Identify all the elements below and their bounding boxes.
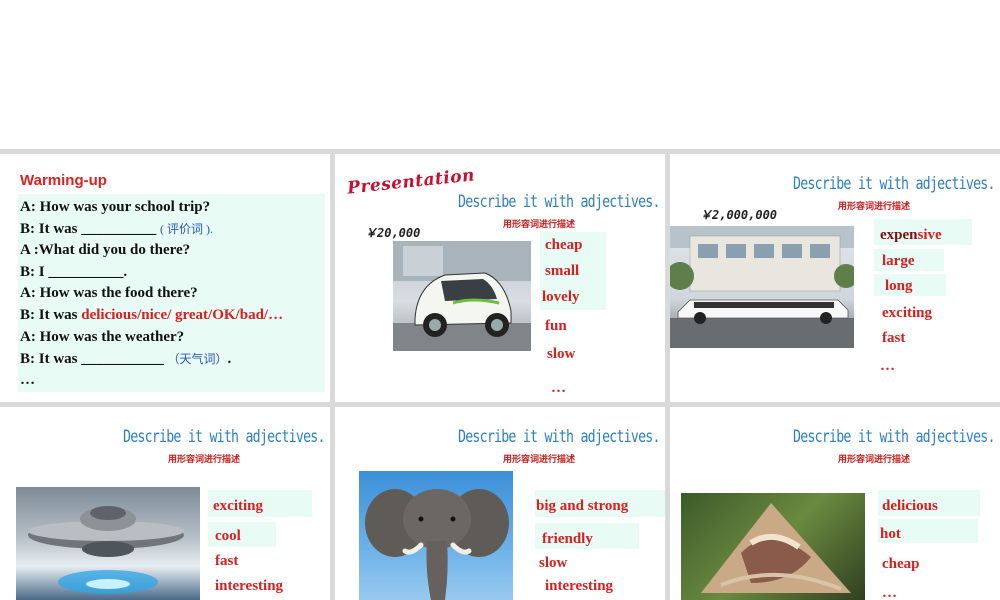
dialog-line: B: It was delicious/nice/ great/OK/bad/… <box>20 307 284 323</box>
ellipsis: … <box>551 380 566 396</box>
adjective-word: exciting <box>882 305 932 321</box>
dialog-line: B: It was ___________ （天气词）. <box>20 351 232 367</box>
slide-heading: Describe it with adjectives. <box>458 192 660 212</box>
adjective-word: slow <box>539 555 568 571</box>
adjective-word: hot <box>880 526 901 542</box>
slide-ufo[interactable]: Describe it with adjectives. 用形容词进行描述 ex… <box>0 407 330 600</box>
slide-limousine[interactable]: Describe it with adjectives. 用形容词进行描述 ￥2… <box>670 154 1000 402</box>
adjective-word: cool <box>215 528 241 544</box>
presentation-label: Presentation <box>346 165 476 199</box>
dialog-line: A: How was the food there? <box>20 285 198 301</box>
price-label: ￥20,000 <box>365 226 421 240</box>
adjective-word: fun <box>545 318 567 334</box>
limousine-image <box>670 226 854 348</box>
smart-car-image <box>393 241 531 351</box>
adjective-word: delicious <box>882 498 938 514</box>
slide-elephant[interactable]: Describe it with adjectives. 用形容词进行描述 bi… <box>335 407 665 600</box>
adjective-word: fast <box>215 553 239 569</box>
slide-heading: Describe it with adjectives. <box>123 427 325 447</box>
slide-title: Warming-up <box>20 172 107 189</box>
adjective-word: lovely <box>542 289 580 305</box>
slide-heading: Describe it with adjectives. <box>793 174 995 194</box>
slide-presentation-car[interactable]: Presentation Describe it with adjectives… <box>335 154 665 402</box>
adjective-word: exciting <box>213 498 263 514</box>
slide-subheading: 用形容词进行描述 <box>503 219 576 229</box>
slide-subheading: 用形容词进行描述 <box>168 454 241 464</box>
adjective-word: large <box>882 253 915 269</box>
zongzi-image <box>681 493 865 600</box>
adjective-word: friendly <box>542 531 593 547</box>
adjective-word: slow <box>547 346 576 362</box>
slide-subheading: 用形容词进行描述 <box>503 454 576 464</box>
adjective-word: interesting <box>215 578 284 594</box>
dialog-line: A :What did you do there? <box>20 242 191 258</box>
slide-heading: Describe it with adjectives. <box>458 427 660 447</box>
dialog-line: B: It was __________ ( 评价词 ). <box>20 221 214 237</box>
adjective-word: big and strong <box>536 498 629 514</box>
ellipsis: … <box>880 358 895 374</box>
ufo-image <box>16 487 200 600</box>
dialog-line: B: I __________. <box>20 264 128 280</box>
dialog-line: A: How was your school trip? <box>20 199 211 215</box>
dialog-line: … <box>20 372 35 388</box>
adjective-word: long <box>885 278 913 294</box>
elephant-image <box>359 471 513 600</box>
slide-subheading: 用形容词进行描述 <box>838 201 911 211</box>
slide-warming-up[interactable]: Warming-up A: How was your school trip? … <box>0 154 330 402</box>
adjective-word: interesting <box>545 578 614 594</box>
adjective-word: cheap <box>545 237 583 253</box>
slide-subheading: 用形容词进行描述 <box>838 454 911 464</box>
adjective-word: cheap <box>882 556 920 572</box>
slide-zongzi[interactable]: Describe it with adjectives. 用形容词进行描述 de… <box>670 407 1000 600</box>
price-label: ￥2,000,000 <box>700 208 778 222</box>
adjective-word: small <box>545 263 580 279</box>
dialog-line: A: How was the weather? <box>20 329 185 345</box>
slide-heading: Describe it with adjectives. <box>793 427 995 447</box>
adjective-word: fast <box>882 330 906 346</box>
ellipsis: … <box>882 585 897 600</box>
adjective-word: expensive <box>880 227 942 243</box>
